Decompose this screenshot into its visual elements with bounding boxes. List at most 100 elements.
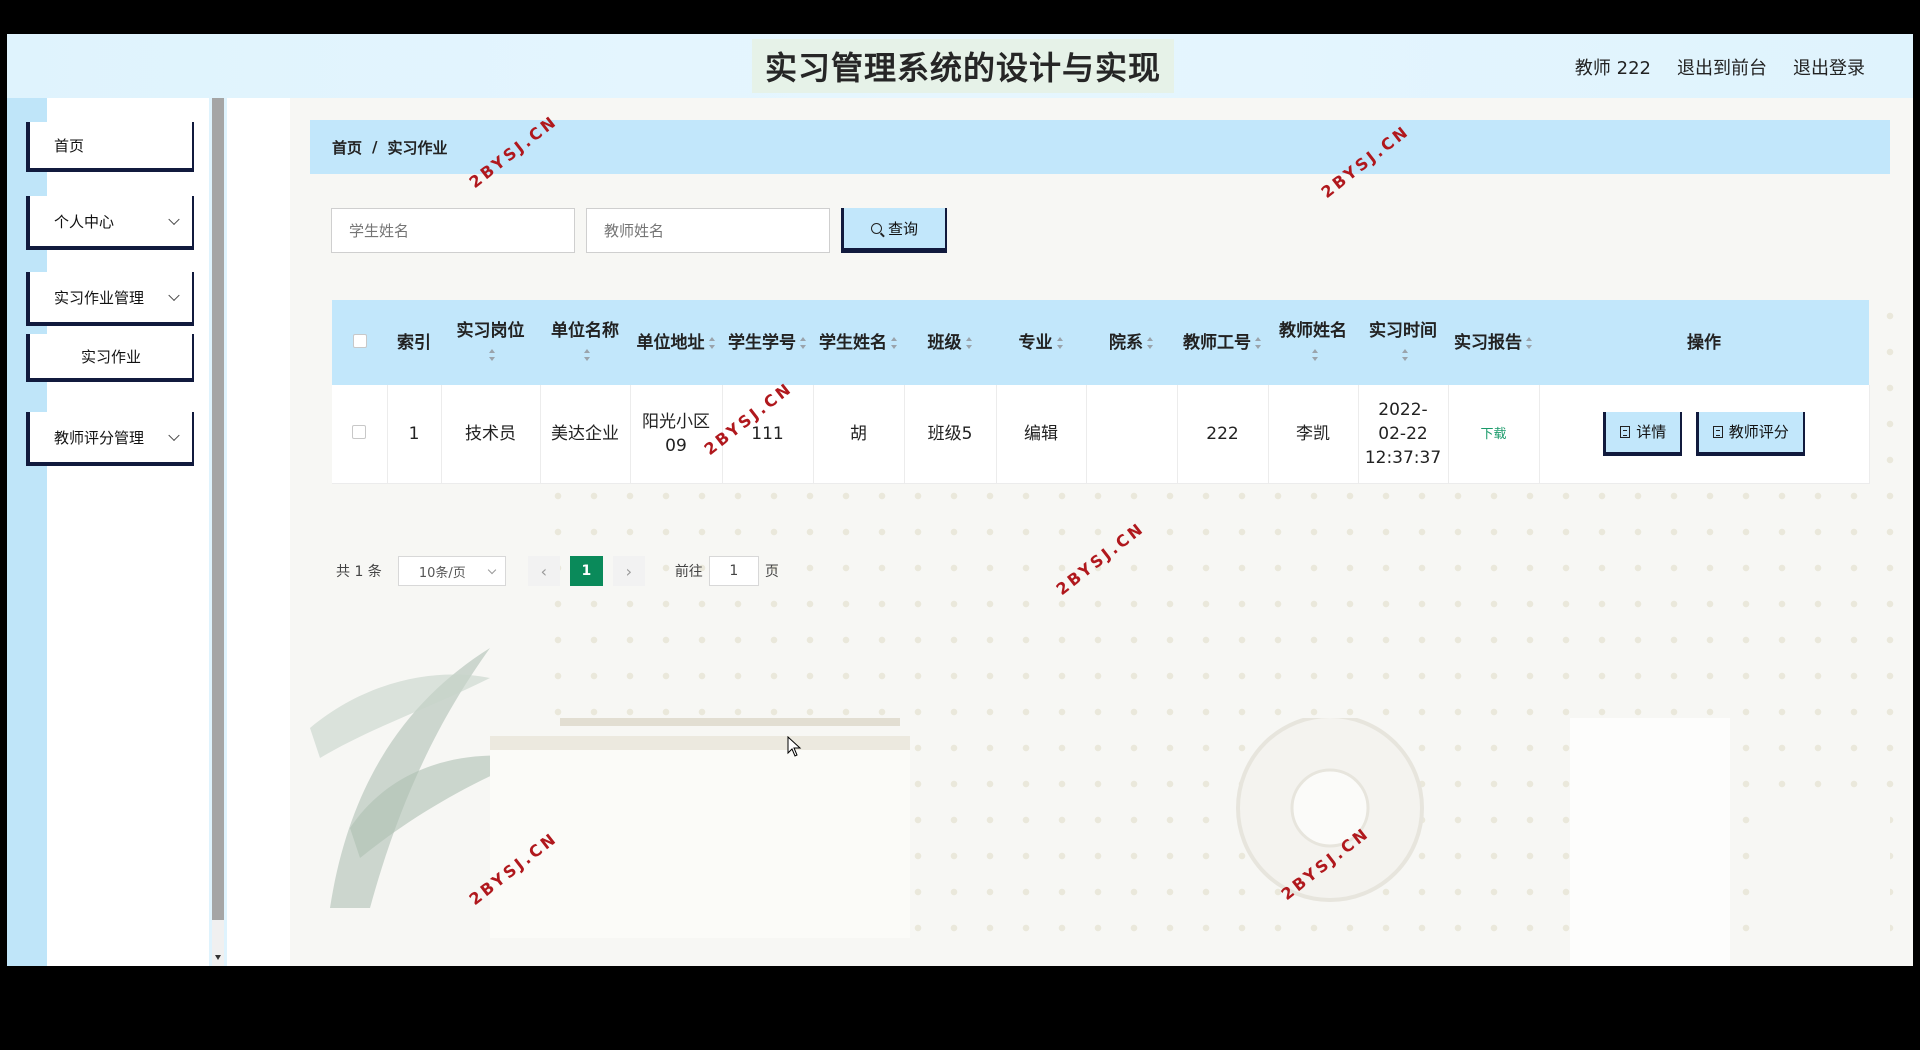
podium-decoration: [490, 718, 1890, 966]
search-button[interactable]: 查询: [841, 208, 947, 253]
column-header-label: 实习报告: [1454, 332, 1522, 353]
goto-suffix: 页: [764, 564, 779, 580]
column-header-label: 班级: [927, 332, 962, 353]
sort-icon[interactable]: [1401, 348, 1409, 361]
sort-icon[interactable]: [1147, 336, 1154, 349]
goto-prefix: 前往: [674, 564, 703, 580]
goto-page-input[interactable]: 1: [708, 556, 759, 586]
column-header-address[interactable]: 单位地址: [630, 300, 722, 385]
column-header-label: 教师姓名: [1279, 320, 1347, 341]
sort-icon[interactable]: [708, 336, 716, 349]
document-icon: [1620, 425, 1631, 438]
mouse-cursor-icon: [787, 736, 802, 757]
download-report-link[interactable]: 下载: [1480, 427, 1506, 442]
column-header-actions: 操作: [1539, 300, 1869, 385]
column-header-class[interactable]: 班级: [904, 300, 996, 385]
teacher-score-button-label: 教师评分: [1728, 422, 1789, 441]
header-links: 教师 222 退出到前台 退出登录: [1575, 54, 1865, 80]
column-header-label: 学生学号: [728, 332, 796, 353]
main-content: 首页 / 实习作业 查询 索引 实习岗位: [290, 98, 1913, 966]
sidebar-item-teacher-score-management[interactable]: 教师评分管理: [26, 412, 194, 466]
row-select-cell: [332, 385, 388, 484]
column-header-company[interactable]: 单位名称: [540, 300, 630, 385]
chevron-down-icon: [168, 213, 180, 226]
sort-icon[interactable]: [1311, 348, 1319, 361]
sidebar-scrollbar[interactable]: [212, 98, 224, 966]
column-header-label: 单位地址: [636, 332, 705, 353]
sidebar-item-label: 实习作业: [80, 347, 141, 366]
sidebar-item-internship-work[interactable]: 实习作业: [26, 334, 194, 382]
app-title: 实习管理系统的设计与实现: [764, 49, 1161, 87]
back-to-front-link[interactable]: 退出到前台: [1677, 54, 1767, 80]
prev-page-button[interactable]: ‹: [527, 556, 560, 586]
sidebar-item-home[interactable]: 首页: [26, 122, 194, 172]
sidebar-item-label: 实习作业管理: [54, 288, 145, 307]
cell-student-name: 胡: [813, 385, 905, 484]
column-header-position[interactable]: 实习岗位: [441, 300, 540, 385]
data-table: 索引 实习岗位 单位名称 单位地址 学生学号 学生姓名 班级 专业 院系 教师工…: [332, 300, 1870, 484]
breadcrumb-current: 实习作业: [387, 138, 448, 157]
sort-icon[interactable]: [1255, 336, 1262, 349]
sidebar-item-label: 教师评分管理: [54, 428, 145, 447]
scroll-down-arrow-icon[interactable]: [215, 955, 221, 960]
document-icon: [1712, 425, 1723, 438]
select-all-header: [332, 300, 387, 385]
student-name-input[interactable]: [331, 208, 575, 253]
chevron-down-icon: [168, 429, 180, 442]
sidebar-item-personal-center[interactable]: 个人中心: [26, 196, 194, 250]
teacher-score-button[interactable]: 教师评分: [1695, 411, 1805, 456]
cell-position: 技术员: [441, 385, 541, 484]
column-header-teacher-id[interactable]: 教师工号: [1177, 300, 1268, 385]
scrollbar-thumb[interactable]: [212, 98, 224, 920]
search-bar: 查询: [331, 208, 947, 253]
sort-icon[interactable]: [800, 336, 807, 349]
next-page-button[interactable]: ›: [612, 556, 645, 586]
breadcrumb-home[interactable]: 首页: [332, 137, 362, 158]
column-header-major[interactable]: 专业: [996, 300, 1086, 385]
column-header-label: 单位名称: [551, 320, 619, 341]
column-header-time[interactable]: 实习时间: [1358, 300, 1448, 385]
column-header-label: 实习时间: [1369, 320, 1437, 341]
sort-icon[interactable]: [489, 348, 496, 361]
sort-icon[interactable]: [1056, 336, 1064, 349]
column-header-student-name[interactable]: 学生姓名: [813, 300, 904, 385]
sidebar-item-label: 首页: [54, 136, 85, 155]
column-header-label: 操作: [1687, 332, 1721, 353]
column-header-label: 实习岗位: [456, 320, 525, 341]
column-header-label: 院系: [1109, 332, 1143, 353]
chevron-down-icon: [487, 565, 497, 575]
select-all-checkbox[interactable]: [352, 333, 367, 348]
sidebar: 首页 个人中心 实习作业管理 实习作业 教师评分管理: [7, 98, 227, 966]
detail-button-label: 详情: [1636, 422, 1667, 441]
sidebar-item-internship-work-management[interactable]: 实习作业管理: [26, 272, 194, 326]
column-header-label: 学生姓名: [819, 332, 887, 353]
column-header-teacher-name[interactable]: 教师姓名: [1268, 300, 1358, 385]
teacher-name-input[interactable]: [586, 208, 830, 253]
sort-icon[interactable]: [891, 336, 898, 349]
pagination-total: 共 1 条: [336, 564, 382, 580]
cell-teacher-name: 李凯: [1268, 385, 1359, 484]
logout-link[interactable]: 退出登录: [1793, 54, 1865, 80]
sort-icon[interactable]: [583, 348, 591, 361]
cell-company: 美达企业: [540, 385, 631, 484]
detail-button[interactable]: 详情: [1603, 411, 1683, 456]
search-icon: [870, 222, 882, 234]
column-header-report[interactable]: 实习报告: [1448, 300, 1539, 385]
sort-icon[interactable]: [1526, 336, 1533, 349]
sort-icon[interactable]: [965, 336, 973, 349]
row-checkbox[interactable]: [352, 424, 367, 439]
column-header-index: 索引: [387, 300, 441, 385]
sidebar-item-label: 个人中心: [54, 212, 115, 231]
cell-index: 1: [387, 385, 442, 484]
app-title-box: 实习管理系统的设计与实现: [752, 39, 1174, 93]
cell-major: 编辑: [996, 385, 1087, 484]
table-row: 1 技术员 美达企业 阳光小区09 111 胡 班级5 编辑 222 李凯 20…: [332, 385, 1870, 484]
top-header: 实习管理系统的设计与实现 教师 222 退出到前台 退出登录: [7, 34, 1913, 98]
column-header-dept[interactable]: 院系: [1086, 300, 1177, 385]
column-header-student-id[interactable]: 学生学号: [722, 300, 813, 385]
column-header-label: 专业: [1018, 332, 1053, 353]
page-number-current[interactable]: 1: [569, 556, 603, 586]
cell-dept: [1086, 385, 1178, 484]
column-header-label: 教师工号: [1183, 332, 1251, 353]
page-size-select[interactable]: 10条/页: [397, 556, 506, 586]
